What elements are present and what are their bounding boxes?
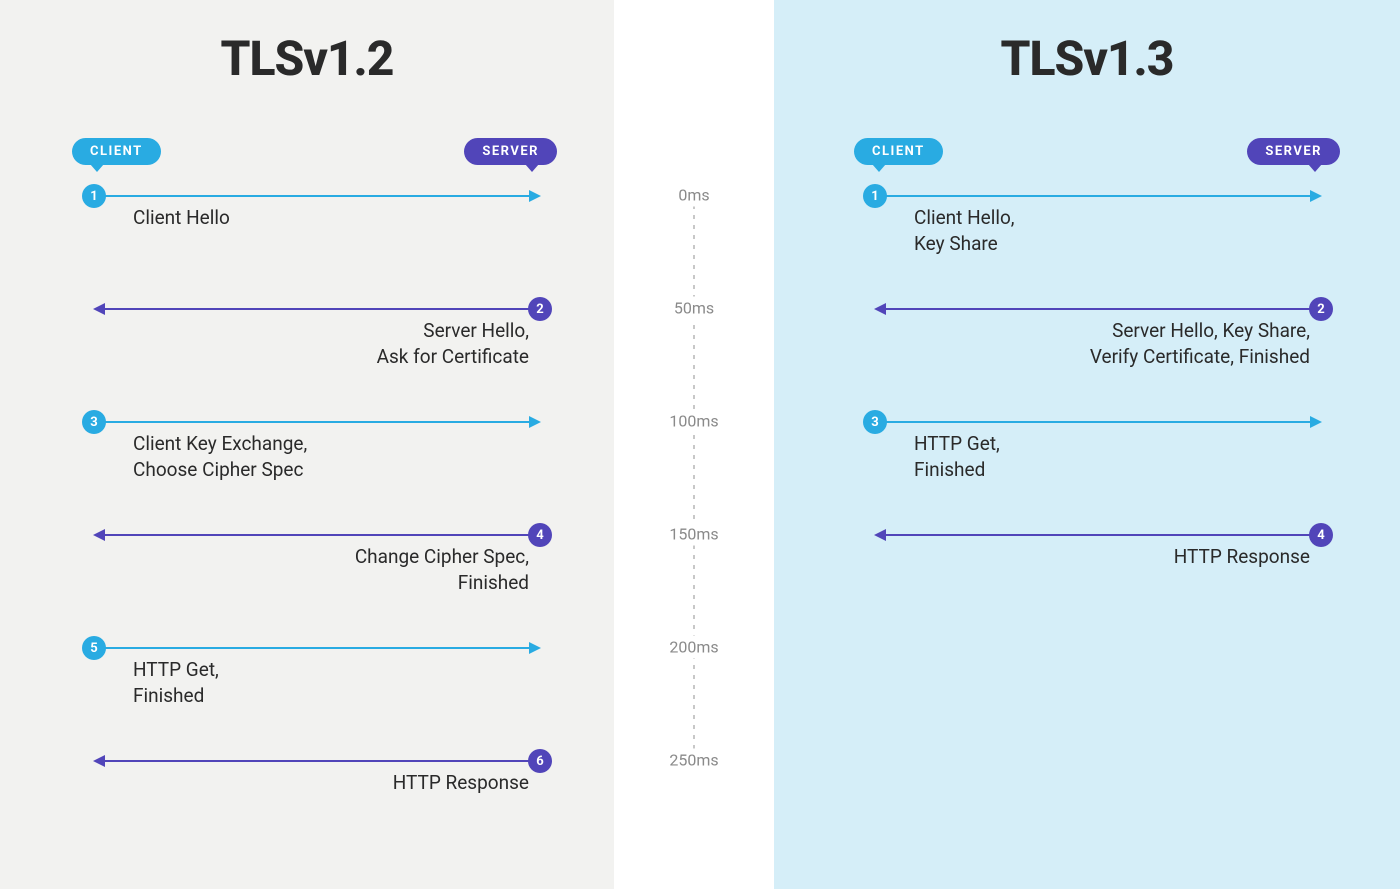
step-label: HTTP Response (393, 770, 529, 796)
handshake-step: 1Client Hello, Key Share (876, 195, 1320, 197)
timeline-tick: 100ms (663, 410, 724, 433)
step-number-badge: 3 (82, 410, 106, 434)
timeline-tick: 0ms (672, 184, 715, 207)
handshake-step: 5HTTP Get, Finished (95, 647, 539, 649)
arrow-left-icon: 2 (876, 308, 1320, 310)
arrow-right-icon: 1 (95, 195, 539, 197)
handshake-step: 2Server Hello, Key Share, Verify Certifi… (876, 308, 1320, 310)
step-label: HTTP Get, Finished (914, 431, 1000, 482)
handshake-step: 3Client Key Exchange, Choose Cipher Spec (95, 421, 539, 423)
handshake-step: 1Client Hello (95, 195, 539, 197)
arrow-right-icon: 1 (876, 195, 1320, 197)
tls13-diagram: 1Client Hello, Key Share2Server Hello, K… (774, 0, 1400, 889)
handshake-step: 3HTTP Get, Finished (876, 421, 1320, 423)
step-label: Client Hello, Key Share (914, 205, 1015, 256)
step-label: Change Cipher Spec, Finished (355, 544, 529, 595)
timeline-tick: 150ms (663, 523, 724, 546)
handshake-step: 2Server Hello, Ask for Certificate (95, 308, 539, 310)
timeline-panel: 0ms 50ms 100ms 150ms 200ms 250ms (614, 0, 774, 889)
step-number-badge: 2 (1309, 297, 1333, 321)
arrow-right-icon: 3 (876, 421, 1320, 423)
tls12-diagram: 1Client Hello2Server Hello, Ask for Cert… (0, 0, 614, 889)
arrow-left-icon: 4 (876, 534, 1320, 536)
step-number-badge: 3 (863, 410, 887, 434)
step-label: HTTP Response (1174, 544, 1310, 570)
step-number-badge: 4 (1309, 523, 1333, 547)
arrow-right-icon: 5 (95, 647, 539, 649)
step-number-badge: 2 (528, 297, 552, 321)
arrow-right-icon: 3 (95, 421, 539, 423)
step-label: HTTP Get, Finished (133, 657, 219, 708)
step-number-badge: 1 (863, 184, 887, 208)
arrow-left-icon: 6 (95, 760, 539, 762)
timeline-tick: 250ms (663, 749, 724, 772)
handshake-step: 4Change Cipher Spec, Finished (95, 534, 539, 536)
tls12-panel: TLSv1.2 CLIENT SERVER 1Client Hello2Serv… (0, 0, 614, 889)
timeline-tick: 200ms (663, 636, 724, 659)
step-label: Server Hello, Ask for Certificate (377, 318, 529, 369)
step-number-badge: 4 (528, 523, 552, 547)
arrow-left-icon: 2 (95, 308, 539, 310)
handshake-step: 6HTTP Response (95, 760, 539, 762)
step-number-badge: 1 (82, 184, 106, 208)
step-label: Client Key Exchange, Choose Cipher Spec (133, 431, 307, 482)
step-number-badge: 5 (82, 636, 106, 660)
arrow-left-icon: 4 (95, 534, 539, 536)
tls13-panel: TLSv1.3 CLIENT SERVER 1Client Hello, Key… (774, 0, 1400, 889)
timeline-tick: 50ms (668, 297, 720, 320)
step-number-badge: 6 (528, 749, 552, 773)
step-label: Server Hello, Key Share, Verify Certific… (1090, 318, 1310, 369)
handshake-step: 4HTTP Response (876, 534, 1320, 536)
timeline-axis (693, 185, 695, 775)
step-label: Client Hello (133, 205, 230, 231)
